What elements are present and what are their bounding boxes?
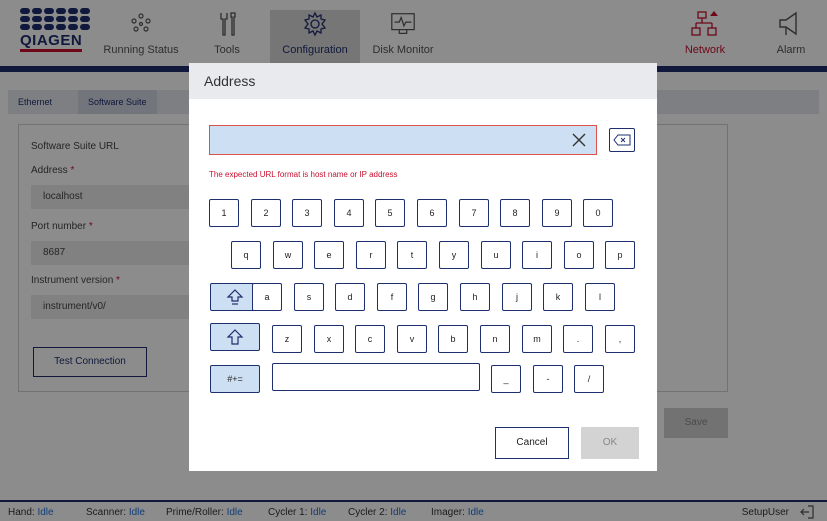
key-space[interactable] xyxy=(272,363,480,391)
key-symbol[interactable]: - xyxy=(533,365,563,393)
key-b[interactable]: b xyxy=(438,325,468,353)
address-input[interactable] xyxy=(209,125,597,155)
dialog-title: Address xyxy=(189,63,657,99)
key-r[interactable]: r xyxy=(356,241,386,269)
clear-icon[interactable] xyxy=(570,131,588,149)
key-e[interactable]: e xyxy=(314,241,344,269)
ok-button[interactable]: OK xyxy=(581,427,639,459)
key-symbol[interactable]: , xyxy=(605,325,635,353)
backspace-button[interactable] xyxy=(609,128,635,152)
key-m[interactable]: m xyxy=(522,325,552,353)
cancel-button[interactable]: Cancel xyxy=(495,427,569,459)
key-k[interactable]: k xyxy=(543,283,573,311)
key-3[interactable]: 3 xyxy=(292,199,322,227)
key-symbol[interactable]: . xyxy=(563,325,593,353)
key-x[interactable]: x xyxy=(314,325,344,353)
key-1[interactable]: 1 xyxy=(209,199,239,227)
key-y[interactable]: y xyxy=(439,241,469,269)
address-dialog: Address The expected URL format is host … xyxy=(189,63,657,471)
key-z[interactable]: z xyxy=(272,325,302,353)
key-g[interactable]: g xyxy=(418,283,448,311)
key-0[interactable]: 0 xyxy=(583,199,613,227)
key-h[interactable]: h xyxy=(460,283,490,311)
key-q[interactable]: q xyxy=(231,241,261,269)
key-8[interactable]: 8 xyxy=(500,199,530,227)
key-7[interactable]: 7 xyxy=(459,199,489,227)
key-6[interactable]: 6 xyxy=(417,199,447,227)
key-l[interactable]: l xyxy=(585,283,615,311)
key-4[interactable]: 4 xyxy=(334,199,364,227)
key-d[interactable]: d xyxy=(335,283,365,311)
key-shift[interactable] xyxy=(210,323,260,351)
key-u[interactable]: u xyxy=(481,241,511,269)
key-v[interactable]: v xyxy=(397,325,427,353)
key-p[interactable]: p xyxy=(605,241,635,269)
shift-icon xyxy=(226,329,244,345)
key-i[interactable]: i xyxy=(522,241,552,269)
key-t[interactable]: t xyxy=(397,241,427,269)
key-s[interactable]: s xyxy=(294,283,324,311)
key-o[interactable]: o xyxy=(564,241,594,269)
key-9[interactable]: 9 xyxy=(542,199,572,227)
key-n[interactable]: n xyxy=(480,325,510,353)
key-symbol[interactable]: _ xyxy=(491,365,521,393)
key-j[interactable]: j xyxy=(502,283,532,311)
validation-error: The expected URL format is host name or … xyxy=(209,170,398,179)
key-5[interactable]: 5 xyxy=(375,199,405,227)
key-symbols[interactable]: #+= xyxy=(210,365,260,393)
caps-lock-icon xyxy=(226,289,244,305)
key-w[interactable]: w xyxy=(273,241,303,269)
backspace-icon xyxy=(613,134,631,146)
key-2[interactable]: 2 xyxy=(251,199,281,227)
key-a[interactable]: a xyxy=(252,283,282,311)
key-symbol[interactable]: / xyxy=(574,365,604,393)
key-c[interactable]: c xyxy=(355,325,385,353)
key-f[interactable]: f xyxy=(377,283,407,311)
